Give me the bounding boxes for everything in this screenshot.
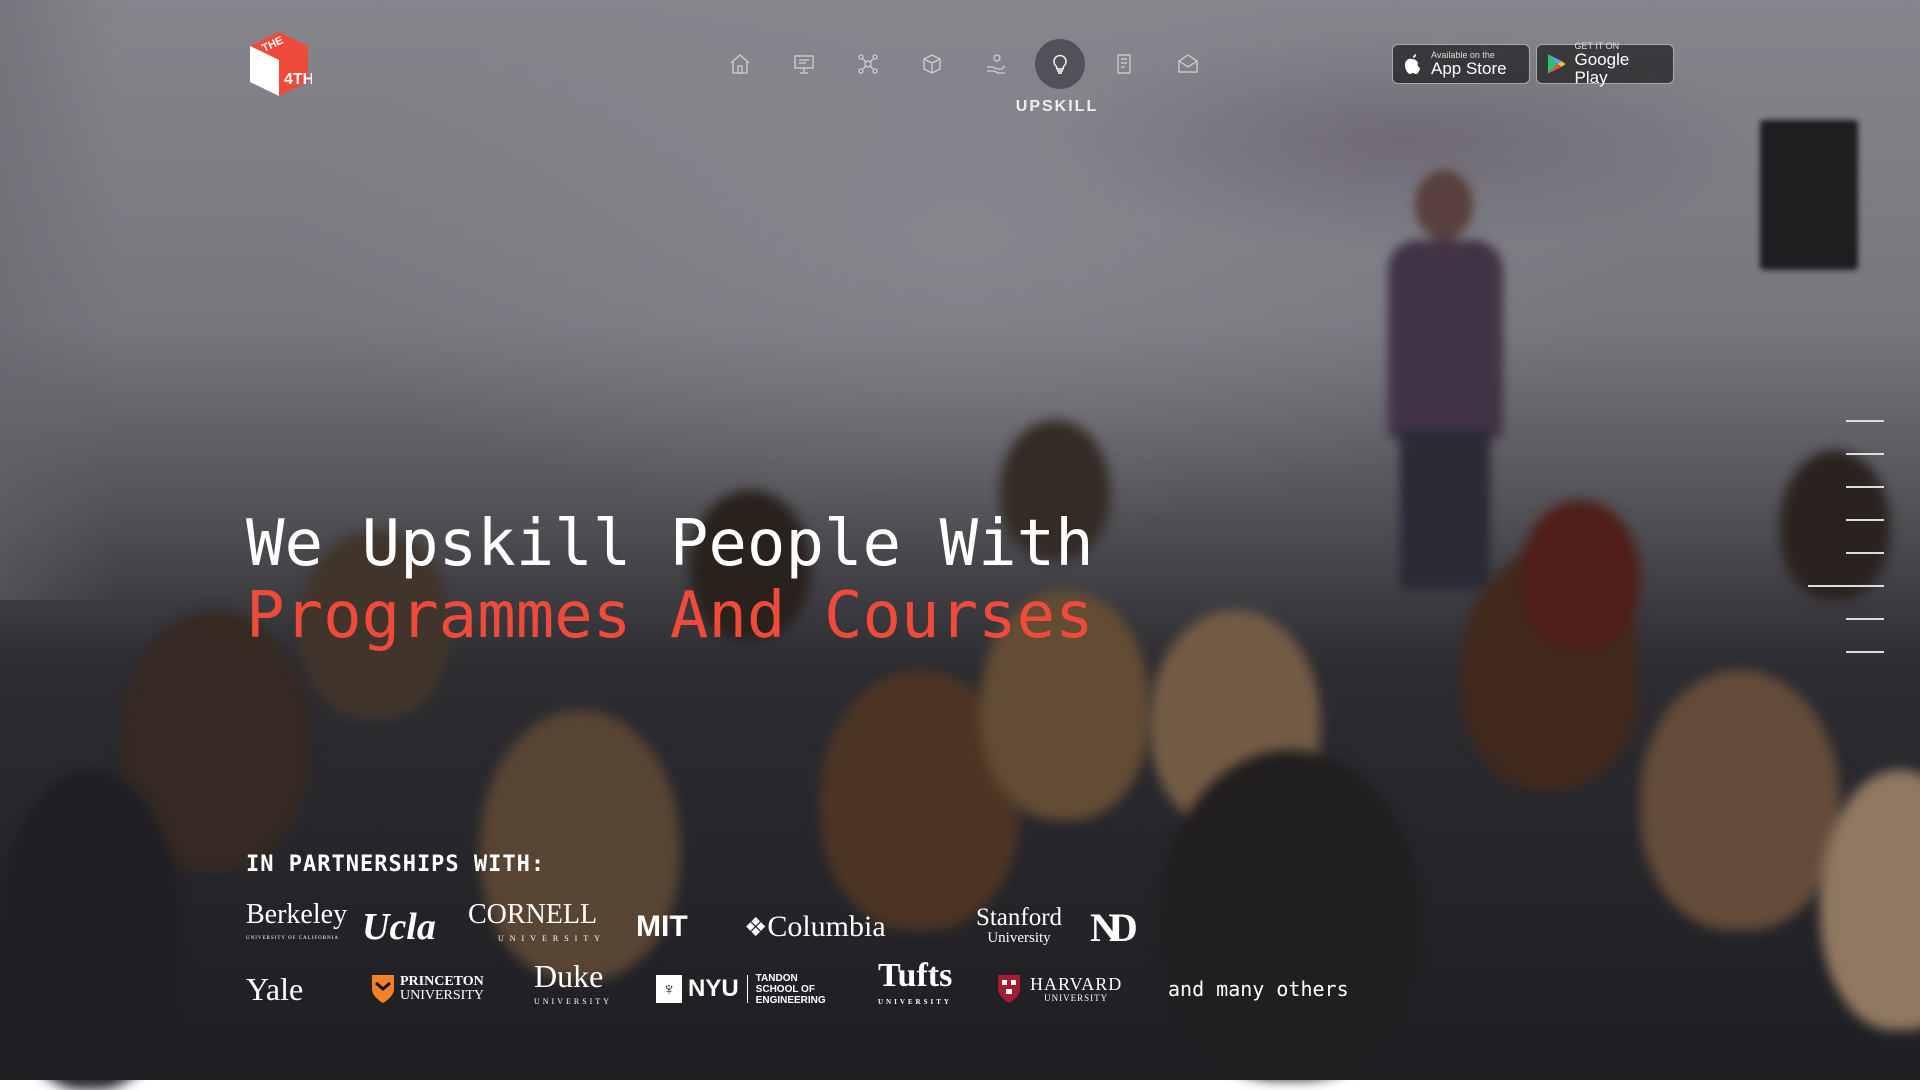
mit-logo: MIT: [636, 910, 688, 943]
columbia-logo: ❖Columbia: [744, 910, 948, 944]
nav-presentation[interactable]: [784, 38, 824, 90]
pager-dash-5[interactable]: [1846, 552, 1884, 554]
nyu-tandon-logo: ♆ NYU TANDON SCHOOL OF ENGINEERING: [656, 973, 878, 1006]
princeton-name: PRINCETON: [400, 974, 484, 989]
home-icon: [730, 54, 750, 74]
nav-upskill[interactable]: [1035, 38, 1085, 90]
site-logo[interactable]: THE 4TH: [246, 28, 312, 100]
app-store-button[interactable]: Available on the App Store: [1392, 44, 1530, 84]
stanford-name: Stanford: [975, 904, 1063, 931]
harvard-sub: UNIVERSITY: [1044, 993, 1109, 1003]
document-icon: [1117, 54, 1131, 74]
pager-dash-4[interactable]: [1846, 519, 1884, 521]
notre-dame-logo: ND: [1090, 904, 1138, 950]
duke-sub: UNIVERSITY: [534, 997, 612, 1006]
pager-dash-3[interactable]: [1846, 486, 1884, 488]
berkeley-logo: Berkeley UNIVERSITY OF CALIFORNIA: [246, 901, 362, 952]
hero-heading: We Upskill People With Programmes And Co…: [246, 508, 1094, 652]
partner-logos-row-2: Yale PRINCETON UNIVERSITY Duke UNIVERSIT…: [246, 959, 1349, 1016]
harvard-shield-icon: [998, 975, 1020, 1003]
pager-dash-2[interactable]: [1846, 453, 1884, 455]
partners-others-text: and many others: [1168, 977, 1349, 1001]
hand-coin-icon: [987, 54, 1006, 74]
nyu-torch-icon: ♆: [656, 975, 682, 1003]
stanford-sub: University: [987, 930, 1051, 946]
apple-icon: [1405, 54, 1420, 74]
nav-home[interactable]: [720, 38, 760, 90]
google-play-icon: [1547, 54, 1566, 74]
duke-logo: Duke UNIVERSITY: [534, 960, 656, 1016]
svg-text:4TH: 4TH: [284, 71, 312, 88]
network-icon: [858, 54, 878, 74]
partners-title: IN PARTNERSHIPS WITH:: [246, 852, 546, 877]
google-play-button[interactable]: GET IT ON Google Play: [1536, 41, 1674, 87]
nav-network[interactable]: [848, 38, 888, 90]
hero-line-2: Programmes And Courses: [246, 579, 1094, 653]
hero-line-1: We Upskill People With: [246, 507, 1094, 581]
yale-logo: Yale: [246, 970, 304, 1007]
harvard-logo: HARVARD UNIVERSITY: [996, 973, 1168, 1005]
mail-icon: [1178, 54, 1198, 73]
nyu-name: NYU: [688, 975, 739, 1002]
harvard-name: HARVARD: [1030, 974, 1123, 994]
stanford-logo: Stanford University: [948, 904, 1090, 947]
nav-active-label: UPSKILL: [1015, 98, 1099, 115]
pager-dash-8[interactable]: [1846, 651, 1884, 653]
nav-box[interactable]: [912, 38, 952, 90]
princeton-logo: PRINCETON UNIVERSITY: [370, 973, 534, 1005]
app-store-large-text: App Store: [1431, 59, 1507, 78]
nav-document[interactable]: [1104, 38, 1144, 90]
ucla-logo: Ucla: [362, 906, 436, 948]
google-play-large-text: Google Play: [1574, 50, 1630, 87]
princeton-shield-icon: [372, 975, 394, 1003]
main-nav: [720, 38, 1208, 90]
cornell-logo: CORNELL UNIVERSITY: [468, 901, 636, 952]
nyu-sub: TANDON SCHOOL OF ENGINEERING: [755, 972, 826, 1006]
lightbulb-icon: [1053, 54, 1067, 74]
partner-logos-row-1: Berkeley UNIVERSITY OF CALIFORNIA Ucla C…: [246, 901, 1138, 952]
tufts-logo: Tufts UNIVERSITY: [878, 959, 996, 1016]
tufts-sub: UNIVERSITY: [878, 998, 952, 1006]
nav-contact[interactable]: [1168, 38, 1208, 90]
columbia-crown-icon: ❖: [744, 913, 768, 942]
section-pager: [1808, 420, 1884, 653]
columbia-name: Columbia: [767, 910, 886, 943]
pager-dash-active[interactable]: [1808, 585, 1884, 587]
presentation-icon: [794, 55, 814, 74]
nav-invest[interactable]: [976, 38, 1016, 90]
princeton-sub: UNIVERSITY: [400, 988, 484, 1003]
box-icon: [923, 54, 941, 74]
pager-dash-1[interactable]: [1846, 420, 1884, 422]
pager-dash-7[interactable]: [1846, 618, 1884, 620]
